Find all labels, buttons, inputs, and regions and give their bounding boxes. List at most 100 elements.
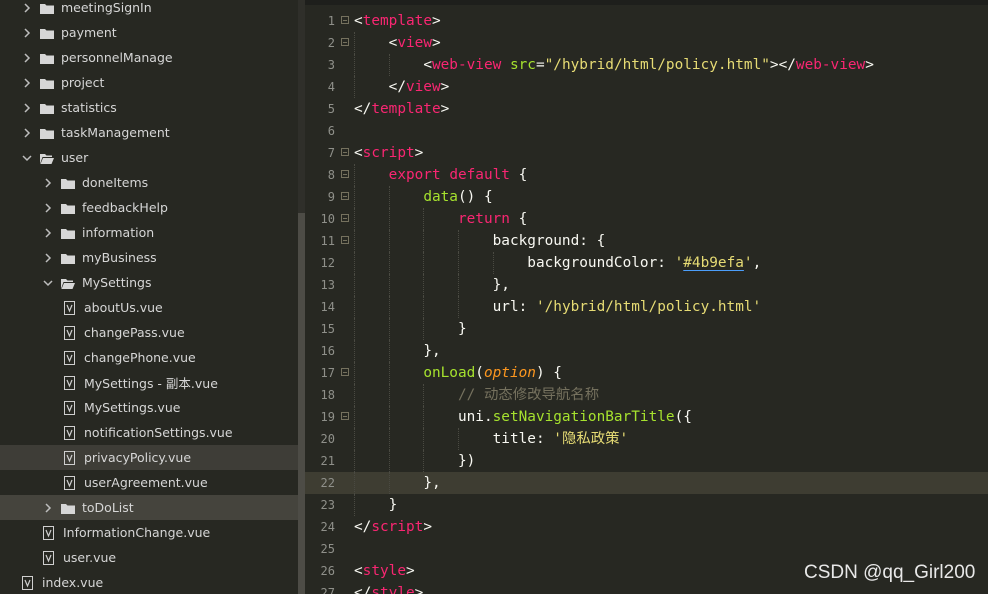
tree-file[interactable]: InformationChange.vue [0, 520, 298, 545]
tree-item-label: privacyPolicy.vue [84, 450, 192, 465]
tree-folder[interactable]: payment [0, 20, 298, 45]
tree-file[interactable]: MySettings.vue [0, 395, 298, 420]
chevron-right-icon[interactable] [41, 251, 55, 265]
tree-file[interactable]: privacyPolicy.vue [0, 445, 298, 470]
code-token: > [414, 145, 424, 161]
tree-folder[interactable]: toDoList [0, 495, 298, 520]
code-token: { [509, 211, 528, 227]
code-line[interactable]: 18 // 动态修改导航名称 [305, 384, 988, 406]
code-text: export default { [354, 164, 528, 186]
tree-folder[interactable]: myBusiness [0, 245, 298, 270]
line-number: 20 [320, 432, 335, 446]
code-line[interactable]: 4 </view> [305, 76, 988, 98]
code-line[interactable]: 23 } [305, 494, 988, 516]
tree-folder[interactable]: personnelManage [0, 45, 298, 70]
code-line[interactable]: 15 } [305, 318, 988, 340]
code-text: // 动态修改导航名称 [354, 384, 599, 406]
fold-toggle-icon[interactable] [341, 170, 349, 178]
code-line[interactable]: 20 title: '隐私政策' [305, 428, 988, 450]
fold-toggle-icon[interactable] [341, 214, 349, 222]
chevron-right-icon[interactable] [41, 226, 55, 240]
code-token: ></ [769, 57, 796, 73]
tree-file[interactable]: MySettings - 副本.vue [0, 370, 298, 395]
chevron-down-icon[interactable] [20, 151, 34, 165]
tree-file[interactable]: notificationSettings.vue [0, 420, 298, 445]
tree-file[interactable]: index.vue [0, 570, 298, 594]
tree-file[interactable]: user.vue [0, 545, 298, 570]
code-token: export [388, 167, 441, 183]
chevron-right-icon[interactable] [20, 101, 34, 115]
line-number: 10 [320, 212, 335, 226]
tree-file[interactable]: aboutUs.vue [0, 295, 298, 320]
line-number: 2 [327, 36, 335, 50]
tree-folder[interactable]: MySettings [0, 270, 298, 295]
code-line[interactable]: 2 <view> [305, 32, 988, 54]
tree-folder[interactable]: information [0, 220, 298, 245]
code-line[interactable]: 19 uni.setNavigationBarTitle({ [305, 406, 988, 428]
line-number: 1 [327, 14, 335, 28]
fold-toggle-icon[interactable] [341, 148, 349, 156]
tree-file[interactable]: changePass.vue [0, 320, 298, 345]
fold-toggle-icon[interactable] [341, 16, 349, 24]
chevron-right-icon[interactable] [20, 76, 34, 90]
tree-folder[interactable]: project [0, 70, 298, 95]
code-editor[interactable]: 1 <template> 2 <view> 3 <web-view src="/hyb… [305, 0, 988, 594]
code-line[interactable]: 25 [305, 538, 988, 560]
code-line[interactable]: 7 <script> [305, 142, 988, 164]
tree-folder[interactable]: feedbackHelp [0, 195, 298, 220]
code-token: }, [423, 475, 441, 491]
code-line[interactable]: 22 }, [305, 472, 988, 494]
code-text: uni.setNavigationBarTitle({ [354, 406, 692, 428]
chevron-right-icon[interactable] [41, 176, 55, 190]
chevron-down-icon[interactable] [41, 276, 55, 290]
code-token: script [371, 519, 424, 535]
code-line[interactable]: 3 <web-view src="/hybrid/html/policy.htm… [305, 54, 988, 76]
code-line[interactable]: 5 </template> [305, 98, 988, 120]
fold-toggle-icon[interactable] [341, 368, 349, 376]
code-line[interactable]: 11 background: { [305, 230, 988, 252]
line-number: 8 [327, 168, 335, 182]
explorer-scroll-thumb[interactable] [298, 213, 305, 594]
tree-folder[interactable]: user [0, 145, 298, 170]
fold-toggle-icon[interactable] [341, 192, 349, 200]
chevron-right-icon[interactable] [41, 501, 55, 515]
chevron-right-icon[interactable] [20, 1, 34, 15]
tree-file[interactable]: changePhone.vue [0, 345, 298, 370]
code-token: backgroundColor: [527, 255, 675, 271]
code-line[interactable]: 14 url: '/hybrid/html/policy.html' [305, 296, 988, 318]
code-line[interactable]: 21 }) [305, 450, 988, 472]
code-line[interactable]: 24 </script> [305, 516, 988, 538]
line-number: 16 [320, 344, 335, 358]
code-line[interactable]: 16 }, [305, 340, 988, 362]
tree-file[interactable]: userAgreement.vue [0, 470, 298, 495]
code-text: <template> [354, 10, 441, 32]
folder-icon [61, 202, 75, 214]
fold-toggle-icon[interactable] [341, 38, 349, 46]
line-number: 21 [320, 454, 335, 468]
code-line[interactable]: 17 onLoad(option) { [305, 362, 988, 384]
tree-folder[interactable]: statistics [0, 95, 298, 120]
line-number: 17 [320, 366, 335, 380]
code-line[interactable]: 13 }, [305, 274, 988, 296]
folder-open-icon [40, 152, 54, 164]
code-line[interactable]: 12 backgroundColor: '#4b9efa', [305, 252, 988, 274]
code-line[interactable]: 9 data() { [305, 186, 988, 208]
tree-folder[interactable]: doneItems [0, 170, 298, 195]
line-number: 14 [320, 300, 335, 314]
line-number: 12 [320, 256, 335, 270]
code-line[interactable]: 6 [305, 120, 988, 142]
tree-folder[interactable]: taskManagement [0, 120, 298, 145]
chevron-right-icon[interactable] [20, 26, 34, 40]
chevron-right-icon[interactable] [20, 126, 34, 140]
code-line[interactable]: 8 export default { [305, 164, 988, 186]
tree-item-label: feedbackHelp [82, 200, 168, 215]
fold-toggle-icon[interactable] [341, 412, 349, 420]
code-token: </ [388, 79, 406, 95]
chevron-right-icon[interactable] [41, 201, 55, 215]
tree-folder[interactable]: meetingSignIn [0, 0, 298, 20]
code-line[interactable]: 10 return { [305, 208, 988, 230]
code-line[interactable]: 1 <template> [305, 10, 988, 32]
fold-toggle-icon[interactable] [341, 236, 349, 244]
chevron-right-icon[interactable] [20, 51, 34, 65]
